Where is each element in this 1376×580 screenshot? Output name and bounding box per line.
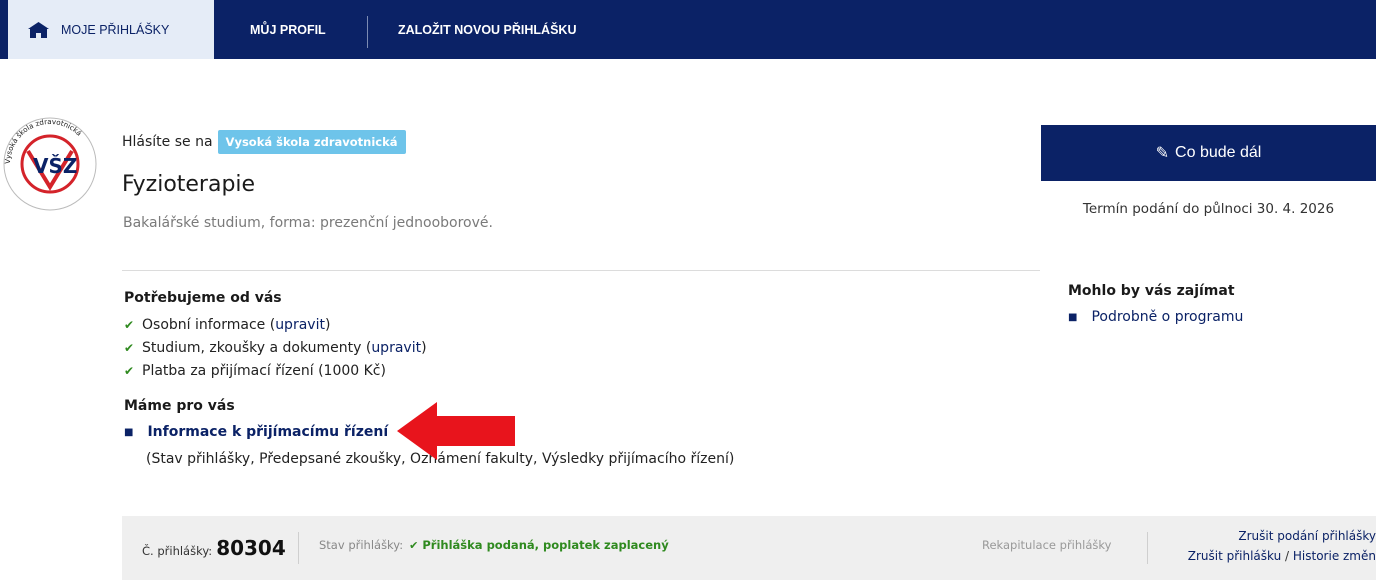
list-item: ■ Informace k přijímacímu řízení xyxy=(124,424,388,440)
needs-heading: Potřebujeme od vás xyxy=(124,290,282,306)
applying-label: Hlásíte se na xyxy=(122,134,213,150)
check-icon: ✔ xyxy=(409,539,419,552)
program-title: Fyzioterapie xyxy=(122,172,256,197)
list-item: ✔ Platba za přijímací řízení (1000 Kč) xyxy=(124,360,427,383)
school-badge: Vysoká škola zdravotnická xyxy=(217,130,406,154)
logo-letters: VŠZ xyxy=(33,154,77,178)
tab-label: MOJE PŘIHLÁŠKY xyxy=(61,22,170,37)
tab-label: MŮJ PROFIL xyxy=(250,22,326,37)
footer-divider xyxy=(1147,532,1148,564)
state-value: Přihláška podaná, poplatek zaplacený xyxy=(422,538,669,552)
program-details-link[interactable]: Podrobně o programu xyxy=(1091,309,1243,325)
list-item: ✔ Studium, zkoušky a dokumenty (upravit) xyxy=(124,337,427,360)
application-number-label: Č. přihlášky: xyxy=(142,544,213,558)
bullet-icon: ■ xyxy=(124,426,134,438)
bullet-icon: ■ xyxy=(1068,311,1078,323)
cancel-history-row: Zrušit přihlášku / Historie změn xyxy=(1188,549,1376,563)
program-subtitle: Bakalářské studium, forma: prezenční jed… xyxy=(123,215,493,231)
status-badge: ✔ Přihláška podaná, poplatek zaplacený xyxy=(409,538,669,552)
needs-list: ✔ Osobní informace (upravit) ✔ Studium, … xyxy=(124,314,427,383)
cancel-application-link[interactable]: Zrušit přihlášku xyxy=(1188,549,1281,563)
home-icon xyxy=(28,21,49,38)
tab-my-profile[interactable]: MŮJ PROFIL xyxy=(230,0,367,59)
history-link[interactable]: Historie změn xyxy=(1293,549,1376,563)
item-text: ) xyxy=(324,317,331,333)
list-item: ✔ Osobní informace (upravit) xyxy=(124,314,427,337)
tab-new-application[interactable]: ZALOŽIT NOVOU PŘIHLÁŠKU xyxy=(381,0,621,59)
application-number-value: 80304 xyxy=(216,536,286,560)
application-number: Č. přihlášky: 80304 xyxy=(142,516,286,580)
cancel-submission-link[interactable]: Zrušit podání přihlášky xyxy=(1188,526,1376,546)
red-arrow-icon xyxy=(397,402,515,460)
check-icon: ✔ xyxy=(124,341,135,355)
divider xyxy=(122,270,1040,271)
edit-study-link[interactable]: upravit xyxy=(371,337,421,360)
edit-personal-link[interactable]: upravit xyxy=(275,314,325,337)
applying-to: Hlásíte se na Vysoká škola zdravotnická xyxy=(122,130,406,154)
for-you-heading: Máme pro vás xyxy=(124,398,235,414)
item-text: ) xyxy=(421,340,427,356)
tab-label: ZALOŽIT NOVOU PŘIHLÁŠKU xyxy=(398,22,577,37)
item-text: Platba za přijímací řízení (1000 Kč) xyxy=(142,363,386,379)
link-separator: / xyxy=(1281,549,1293,563)
application-footer: Č. přihlášky: 80304 Stav přihlášky: ✔ Při… xyxy=(122,516,1376,580)
list-item: ■ Podrobně o programu xyxy=(1068,309,1243,325)
state-label: Stav přihlášky: xyxy=(319,538,404,552)
check-icon: ✔ xyxy=(124,364,135,378)
admission-info-link[interactable]: Informace k přijímacímu řízení xyxy=(147,424,388,440)
tab-my-applications[interactable]: MOJE PŘIHLÁŠKY xyxy=(8,0,214,59)
button-label: Co bude dál xyxy=(1175,144,1262,161)
check-icon: ✔ xyxy=(124,318,135,332)
cancel-links: Zrušit podání přihlášky Zrušit přihlášku… xyxy=(1188,526,1376,566)
footer-divider xyxy=(298,532,299,564)
application-state: Stav přihlášky: ✔ Přihláška podaná, popla… xyxy=(319,538,669,552)
item-text: Studium, zkoušky a dokumenty ( xyxy=(142,340,372,356)
what-next-button[interactable]: ✎ Co bude dál xyxy=(1041,125,1376,181)
top-navigation: MOJE PŘIHLÁŠKY MŮJ PROFIL ZALOŽIT NOVOU … xyxy=(0,0,1376,59)
item-text: Osobní informace ( xyxy=(142,317,276,333)
recap-link[interactable]: Rekapitulace přihlášky xyxy=(982,538,1111,552)
deadline-text: Termín podání do půlnoci 30. 4. 2026 xyxy=(1082,201,1335,217)
school-logo: Vysoká škola zdravotnická VŠZ xyxy=(3,117,97,211)
interest-heading: Mohlo by vás zajímat xyxy=(1068,283,1235,299)
nav-divider xyxy=(367,16,368,48)
edit-icon: ✎ xyxy=(1155,145,1170,162)
